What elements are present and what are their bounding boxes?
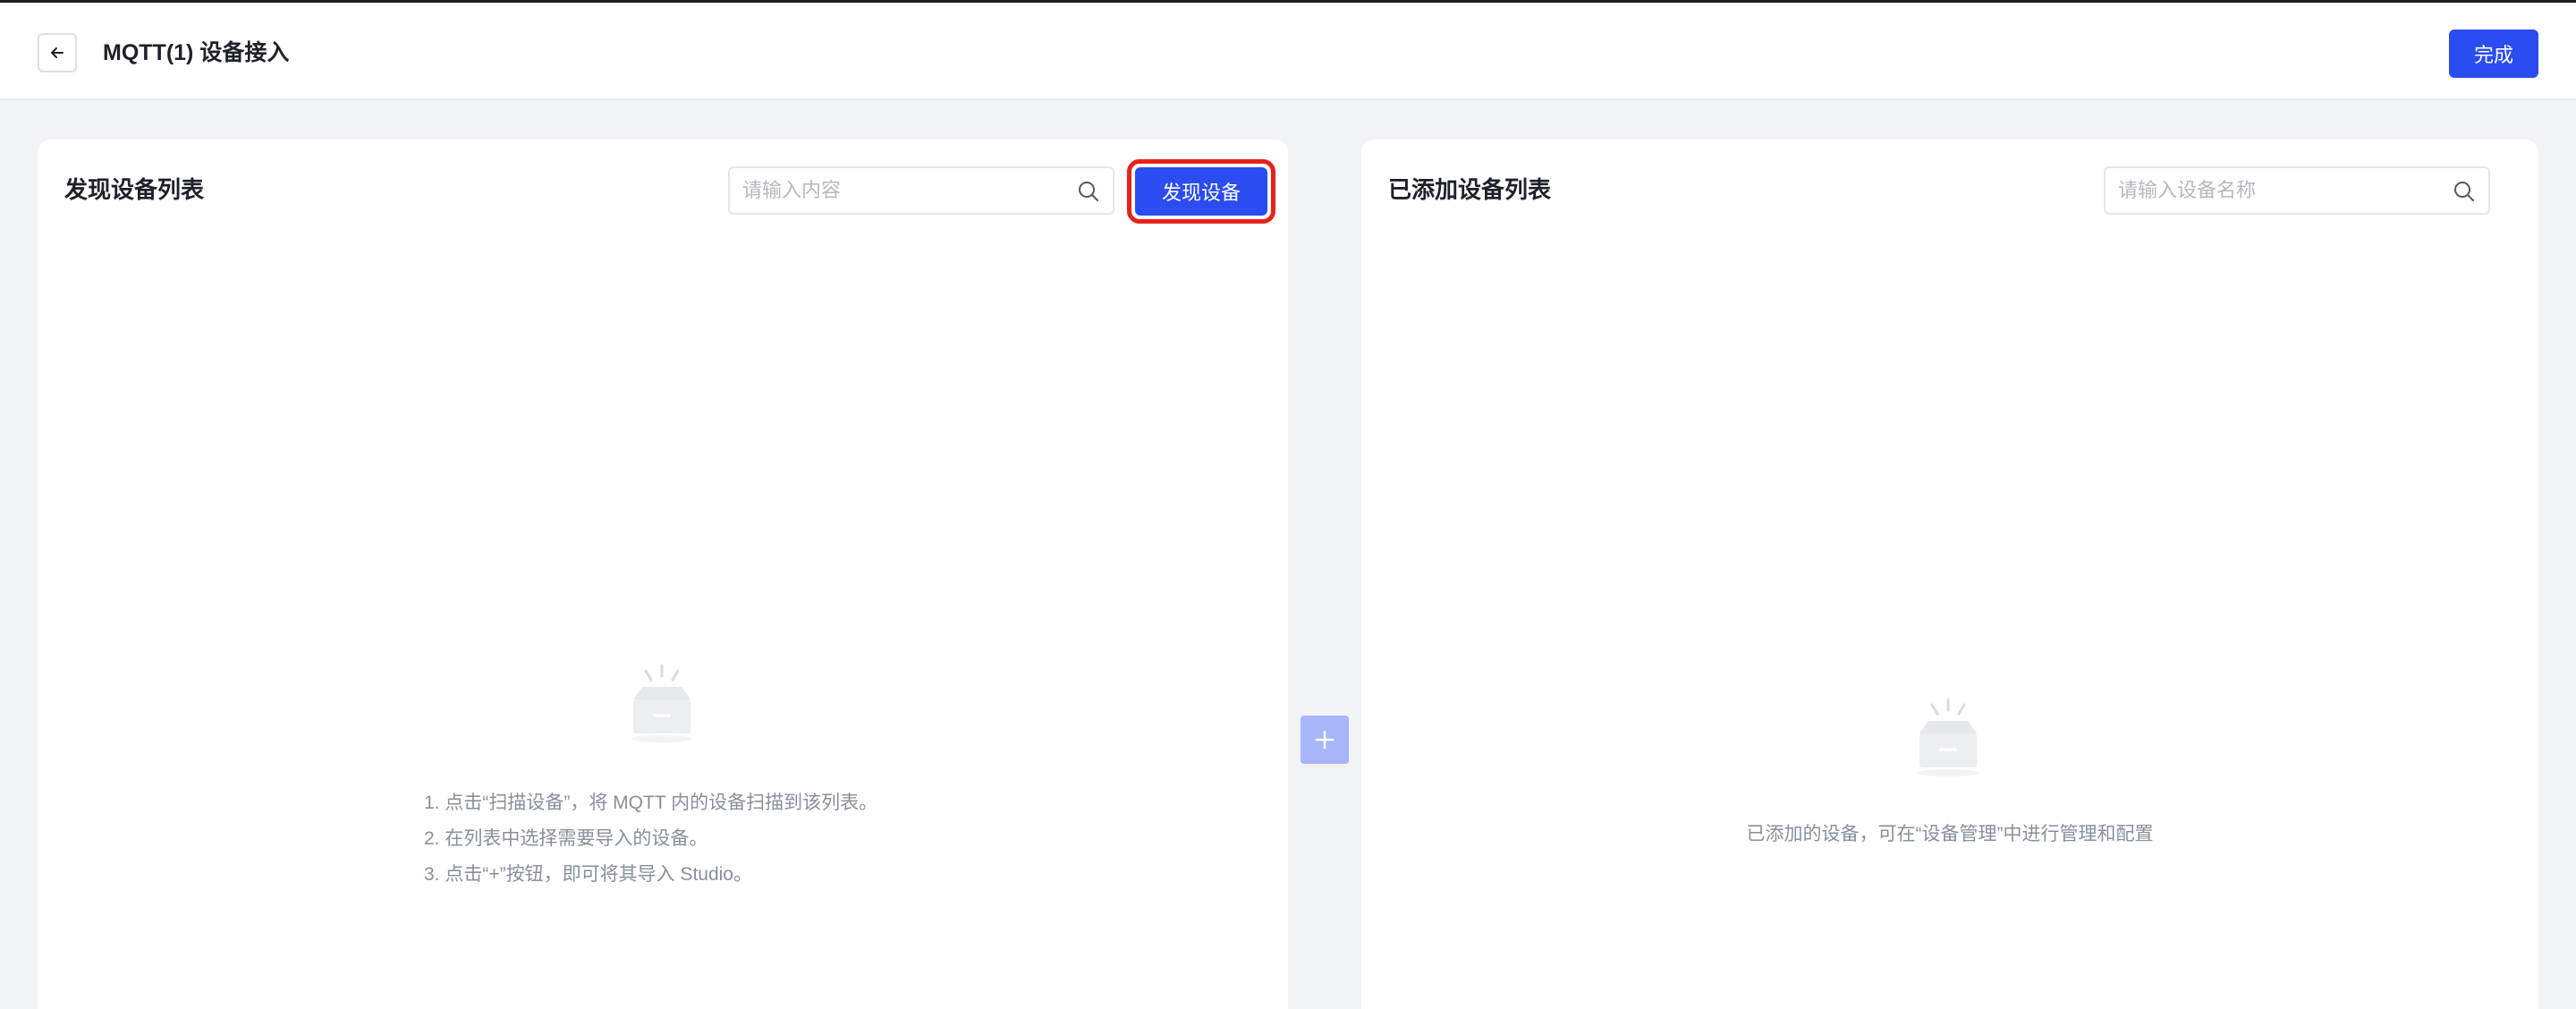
discover-button-highlight: 发现设备	[1127, 159, 1275, 224]
hint-line: 2. 在列表中选择需要导入的设备。	[424, 828, 708, 849]
added-device-panel: 已添加设备列表 已添加的设备，可在“设备管理”中进行管理和配置	[1361, 140, 2538, 1009]
discover-search-input[interactable]	[742, 168, 1064, 213]
done-button[interactable]: 完成	[2449, 30, 2538, 78]
plus-icon	[1315, 730, 1335, 750]
arrow-left-icon	[51, 47, 64, 58]
empty-box-icon	[631, 664, 692, 742]
added-search-box	[2104, 166, 2490, 215]
hint-line: 1. 点击“扫描设备”，将 MQTT 内的设备扫描到该列表。	[424, 793, 878, 813]
page-header: MQTT(1) 设备接入 完成	[0, 0, 2576, 100]
empty-box-icon	[1918, 698, 1979, 776]
discover-panel-title: 发现设备列表	[64, 176, 205, 203]
search-icon[interactable]	[1077, 180, 1100, 203]
page-title: MQTT(1) 设备接入	[103, 40, 290, 65]
added-panel-title: 已添加设备列表	[1388, 176, 1552, 203]
discover-device-button[interactable]: 发现设备	[1135, 167, 1267, 216]
discover-device-panel: 发现设备列表 发现设备 1. 点击“扫描设备”，将 MQTT 内的设备扫描到该列…	[38, 140, 1288, 1009]
search-icon[interactable]	[2453, 180, 2476, 203]
back-button[interactable]	[38, 33, 77, 72]
added-empty-text: 已添加的设备，可在“设备管理”中进行管理和配置	[1746, 824, 2154, 844]
add-device-button[interactable]	[1301, 716, 1349, 764]
discover-hint-list: 1. 点击“扫描设备”，将 MQTT 内的设备扫描到该列表。 2. 在列表中选择…	[424, 785, 877, 893]
discover-search-box	[728, 166, 1114, 215]
hint-line: 3. 点击“+”按钮，即可将其导入 Studio。	[424, 864, 752, 885]
added-search-input[interactable]	[2118, 168, 2440, 213]
